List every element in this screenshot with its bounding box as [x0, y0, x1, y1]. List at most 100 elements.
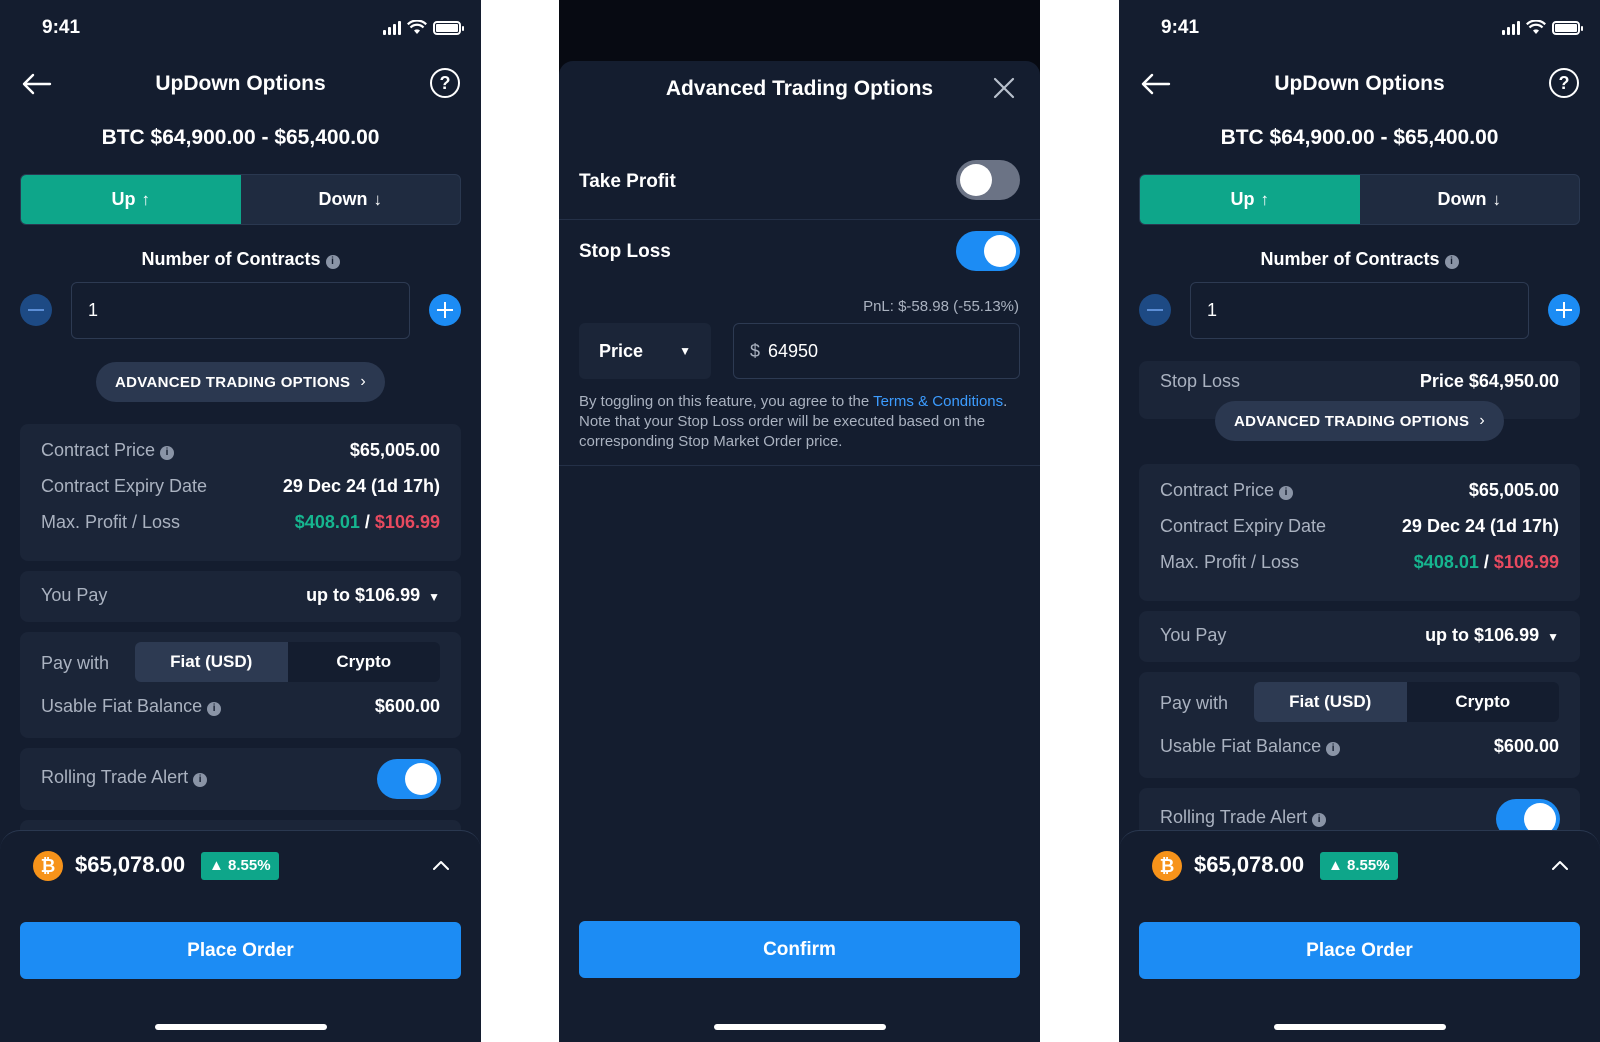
advanced-options-screen: Advanced Trading Options Take Profit Sto… — [559, 0, 1040, 1042]
down-button[interactable]: Down ↓ — [241, 175, 461, 224]
trigger-type-select[interactable]: Price ▼ — [579, 323, 711, 379]
stop-loss-value: Price $64,950.00 — [1419, 371, 1559, 391]
help-icon[interactable]: ? — [430, 68, 460, 98]
stop-price-input[interactable] — [768, 324, 1009, 378]
order-summary-sheet: ₿ $65,078.00 ▲ 8.55% Place Order — [1119, 830, 1600, 1042]
advanced-options-modal: Advanced Trading Options Take Profit Sto… — [559, 61, 1040, 1042]
info-icon[interactable]: i — [1312, 813, 1327, 827]
signal-icon — [383, 20, 401, 35]
trigger-type-value: Price — [599, 340, 644, 361]
you-pay-row: You Pay up to $106.99 ▼ — [41, 585, 440, 606]
you-pay-card[interactable]: You Pay up to $106.99 ▼ — [20, 571, 461, 622]
fiat-balance-label: Usable Fiat Balance — [1160, 736, 1322, 756]
arrow-up-icon: ↑ — [1260, 189, 1270, 209]
confirm-button[interactable]: Confirm — [579, 921, 1020, 978]
order-summary-sheet: ₿ $65,078.00 ▲ 8.55% Place Order — [0, 830, 481, 1042]
pay-crypto-option[interactable]: Crypto — [288, 642, 441, 682]
up-button[interactable]: Up ↑ — [1140, 175, 1360, 224]
contracts-label: Number of Contracts i — [1119, 249, 1600, 270]
fiat-balance-row: Usable Fiat Balance i $600.00 — [41, 696, 440, 717]
decrement-button[interactable] — [1139, 294, 1171, 326]
pl-separator: / — [364, 512, 370, 532]
close-icon[interactable] — [993, 77, 1015, 99]
pay-with-label: Pay with — [1160, 693, 1229, 713]
price-change-badge: ▲ 8.55% — [1320, 852, 1398, 880]
info-icon[interactable]: i — [1326, 742, 1341, 756]
pay-fiat-option[interactable]: Fiat (USD) — [135, 642, 288, 682]
fiat-balance-value: $600.00 — [374, 696, 440, 716]
rolling-alert-label: Rolling Trade Alert — [1160, 807, 1308, 827]
down-label: Down — [318, 189, 368, 209]
btc-price: $65,078.00 — [75, 852, 186, 877]
info-icon[interactable]: i — [193, 773, 208, 787]
stop-loss-row: Stop Loss Price $64,950.00 — [1160, 371, 1559, 392]
place-order-button[interactable]: Place Order — [1139, 922, 1580, 979]
decrement-button[interactable] — [20, 294, 52, 326]
contract-price-value: $65,005.00 — [1468, 480, 1559, 500]
info-icon[interactable]: i — [1444, 255, 1459, 269]
price-range: BTC $64,900.00 - $65,400.00 — [1220, 126, 1499, 149]
expiry-label: Contract Expiry Date — [41, 476, 208, 496]
page-title: UpDown Options — [155, 72, 326, 95]
max-profit-loss-row: Max. Profit / Loss $408.01 / $106.99 — [1160, 552, 1559, 573]
price-change-badge: ▲ 8.55% — [201, 852, 279, 880]
increment-button[interactable] — [429, 294, 461, 326]
max-pl-label: Max. Profit / Loss — [41, 512, 181, 532]
stop-loss-toggle[interactable] — [956, 231, 1020, 271]
you-pay-card[interactable]: You Pay up to $106.99 ▼ — [1139, 611, 1580, 662]
info-icon[interactable]: i — [207, 702, 222, 716]
header: UpDown Options ? — [0, 62, 481, 108]
btc-price: $65,078.00 — [1194, 852, 1305, 877]
take-profit-toggle[interactable] — [956, 160, 1020, 200]
you-pay-label: You Pay — [41, 585, 108, 605]
wifi-icon — [1526, 20, 1546, 34]
terms-link[interactable]: Terms & Conditions — [873, 393, 1003, 410]
stop-loss-label: Stop Loss — [1160, 371, 1241, 391]
pay-with-label: Pay with — [41, 653, 110, 673]
home-indicator — [714, 1024, 886, 1030]
contracts-input[interactable] — [1190, 282, 1529, 339]
info-icon[interactable]: i — [160, 446, 175, 460]
place-order-button[interactable]: Place Order — [20, 922, 461, 979]
you-pay-value: up to $106.99 — [1425, 625, 1540, 645]
pay-method-toggle: Fiat (USD) Crypto — [1254, 682, 1559, 722]
caret-down-icon: ▼ — [679, 344, 691, 358]
advanced-trading-options-button[interactable]: ADVANCED TRADING OPTIONS › — [96, 362, 385, 402]
down-button[interactable]: Down ↓ — [1360, 175, 1580, 224]
pay-crypto-option[interactable]: Crypto — [1407, 682, 1560, 722]
stop-loss-label: Stop Loss — [579, 241, 671, 262]
increment-button[interactable] — [1548, 294, 1580, 326]
info-icon[interactable]: i — [1279, 486, 1294, 500]
contracts-input[interactable] — [71, 282, 410, 339]
expiry-row: Contract Expiry Date 29 Dec 24 (1d 17h) — [1160, 516, 1559, 537]
advanced-trading-options-button[interactable]: ADVANCED TRADING OPTIONS › — [1215, 401, 1504, 441]
caret-down-icon: ▼ — [428, 590, 440, 604]
max-profit-value: $408.01 — [1413, 552, 1479, 572]
stop-price-field: $ — [733, 323, 1020, 379]
home-indicator — [1274, 1024, 1446, 1030]
advanced-label: ADVANCED TRADING OPTIONS — [1234, 412, 1470, 430]
down-label: Down — [1437, 189, 1487, 209]
you-pay-value: up to $106.99 — [306, 585, 421, 605]
contract-price-label: Contract Price — [41, 440, 156, 460]
up-button[interactable]: Up ↑ — [21, 175, 241, 224]
arrow-down-icon: ↓ — [1492, 189, 1502, 209]
contract-price-value: $65,005.00 — [349, 440, 440, 460]
contract-details-card: Contract Price i $65,005.00 Contract Expir… — [20, 424, 461, 561]
help-icon[interactable]: ? — [1549, 68, 1579, 98]
disclaimer-text: By toggling on this feature, you agree t… — [579, 392, 1018, 452]
pay-fiat-option[interactable]: Fiat (USD) — [1254, 682, 1407, 722]
chevron-up-icon[interactable] — [1552, 857, 1568, 873]
order-screen-with-stop-loss: 9:41 UpDown Options ? BTC $64,900.00 - $… — [1119, 0, 1600, 1042]
modal-title: Advanced Trading Options — [665, 77, 934, 100]
bitcoin-icon: ₿ — [1152, 851, 1182, 881]
arrow-down-icon: ↓ — [373, 189, 383, 209]
expiry-row: Contract Expiry Date 29 Dec 24 (1d 17h) — [41, 476, 440, 497]
arrow-up-icon: ↑ — [141, 189, 151, 209]
pnl-text: PnL: $-58.98 (-55.13%) — [863, 298, 1019, 315]
signal-icon — [1502, 20, 1520, 35]
take-profit-label: Take Profit — [579, 171, 676, 192]
rolling-alert-toggle[interactable] — [377, 759, 441, 799]
info-icon[interactable]: i — [325, 255, 340, 269]
chevron-up-icon[interactable] — [433, 857, 449, 873]
